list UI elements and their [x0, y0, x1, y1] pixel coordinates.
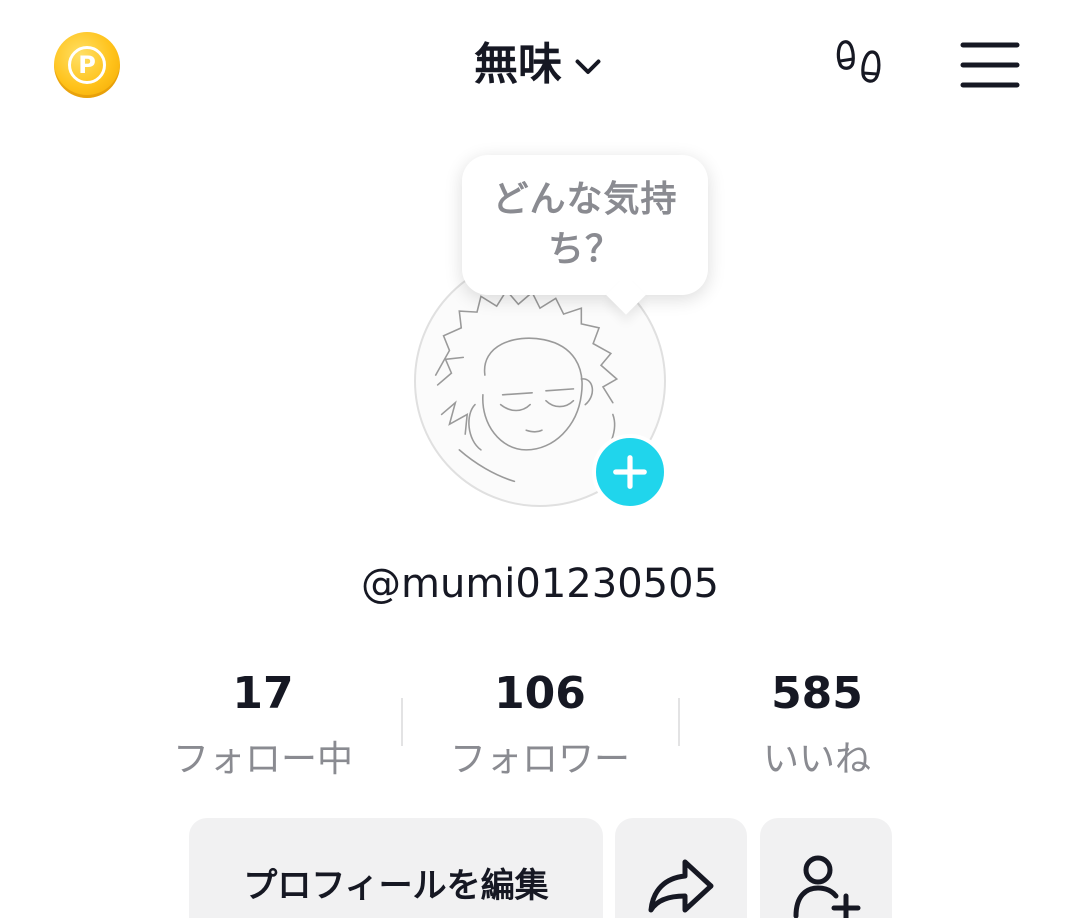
add-user-icon — [793, 855, 861, 918]
edit-profile-button[interactable]: プロフィールを編集 — [189, 818, 603, 918]
stat-likes-count: 585 — [771, 668, 863, 719]
stat-likes-label: いいね — [762, 739, 871, 780]
account-switcher[interactable]: 無味 — [0, 36, 1080, 94]
share-profile-button[interactable] — [615, 818, 747, 918]
stat-followers[interactable]: 106 フォロワー — [401, 664, 679, 790]
stat-following[interactable]: 17 フォロー中 — [124, 664, 402, 790]
username: @mumi01230505 — [361, 561, 719, 607]
mood-prompt-bubble[interactable]: どんな気持ち？ — [462, 155, 708, 295]
edit-profile-label: プロフィールを編集 — [243, 866, 549, 906]
stat-following-label: フォロー中 — [172, 739, 353, 780]
stat-followers-label: フォロワー — [449, 739, 630, 780]
profile-stats: 17 フォロー中 106 フォロワー 585 いいね — [124, 664, 956, 794]
stat-following-count: 17 — [232, 668, 294, 719]
mood-prompt-text: どんな気持ち？ — [492, 179, 678, 270]
chevron-down-icon — [575, 59, 601, 74]
footprints-icon[interactable] — [834, 34, 894, 94]
stat-likes[interactable]: 585 いいね — [678, 664, 956, 790]
account-name-title: 無味 — [474, 39, 562, 90]
add-story-button[interactable] — [592, 434, 668, 510]
hamburger-menu-icon[interactable] — [960, 40, 1020, 90]
add-friend-button[interactable] — [760, 818, 892, 918]
share-arrow-icon — [648, 859, 714, 913]
profile-screen: P 無味 どんな気持ち？ @mumi01230505 17 フォロー中 106 … — [0, 0, 1080, 918]
stat-followers-count: 106 — [494, 668, 586, 719]
plus-icon — [613, 455, 647, 489]
